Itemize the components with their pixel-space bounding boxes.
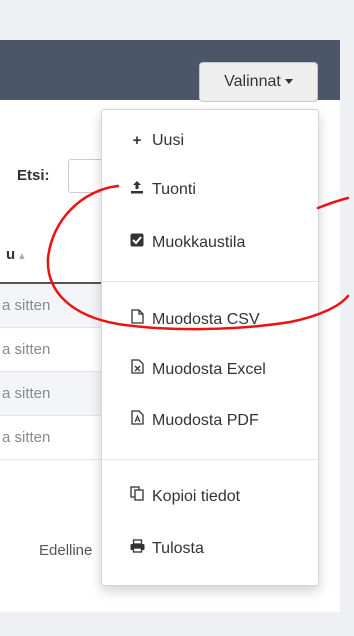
search-label: Etsi: <box>17 167 50 184</box>
menu-item-label: Muokkaustila <box>152 234 246 251</box>
row-time-text: a sitten <box>2 385 51 402</box>
menu-item-export-pdf[interactable]: Muodosta PDF <box>102 401 318 441</box>
row-time-text: a sitten <box>2 297 51 314</box>
row-time-text: a sitten <box>2 429 51 446</box>
table-row: a sitten <box>0 372 110 416</box>
table-row: a sitten <box>0 284 110 328</box>
table-row: a sitten <box>0 416 110 460</box>
print-icon <box>128 529 146 569</box>
options-button-label: Valinnat <box>224 73 281 90</box>
menu-item-import[interactable]: Tuonti <box>102 170 318 210</box>
options-dropdown-button[interactable]: Valinnat <box>199 62 318 102</box>
menu-item-label: Tulosta <box>152 540 204 557</box>
table-row: a sitten <box>0 328 110 372</box>
menu-item-label: Muodosta CSV <box>152 311 260 328</box>
column-header[interactable]: u ▴︎ <box>6 246 25 263</box>
menu-item-label: Muodosta PDF <box>152 412 259 429</box>
caret-down-icon <box>284 79 293 85</box>
copy-icon <box>128 477 146 517</box>
menu-item-print[interactable]: Tulosta <box>102 529 318 569</box>
column-header-label: u <box>6 246 16 263</box>
menu-item-label: Muodosta Excel <box>152 361 266 378</box>
menu-item-edit-mode[interactable]: Muokkaustila <box>102 223 318 263</box>
options-dropdown-menu: + Uusi Tuonti Muokkaustila Muodosta CSV M… <box>101 109 319 586</box>
menu-item-label: Kopioi tiedot <box>152 488 241 505</box>
menu-divider <box>102 281 318 282</box>
checkbox-icon <box>128 223 146 263</box>
plus-icon: + <box>132 132 142 149</box>
menu-item-label: Tuonti <box>152 181 196 198</box>
menu-item-copy-data[interactable]: Kopioi tiedot <box>102 477 318 517</box>
menu-item-label: Uusi <box>152 132 185 149</box>
menu-item-export-csv[interactable]: Muodosta CSV <box>102 300 318 340</box>
sort-icon[interactable]: ▴︎ <box>19 250 25 262</box>
row-time-text: a sitten <box>2 341 51 358</box>
file-icon <box>128 300 146 340</box>
menu-item-export-excel[interactable]: Muodosta Excel <box>102 350 318 390</box>
file-excel-icon <box>128 350 146 390</box>
file-pdf-icon <box>128 401 146 441</box>
menu-item-new[interactable]: + Uusi <box>102 121 318 161</box>
menu-divider <box>102 459 318 460</box>
previous-page-link[interactable]: Edelline <box>39 542 92 559</box>
upload-icon <box>128 170 146 210</box>
